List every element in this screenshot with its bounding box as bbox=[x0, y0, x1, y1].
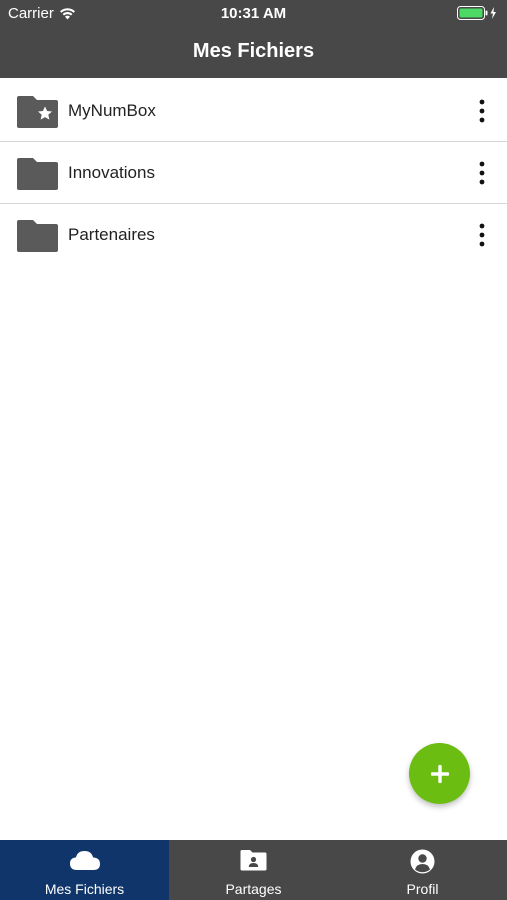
tab-mes-fichiers[interactable]: Mes Fichiers bbox=[0, 840, 169, 900]
plus-icon bbox=[430, 764, 449, 783]
starred-folder-icon bbox=[17, 96, 58, 128]
page-title: Mes Fichiers bbox=[192, 40, 315, 62]
top-bar: Carrier 10:31 AM Mes Fichiers bbox=[0, 0, 507, 78]
folder-name: MyNumBox bbox=[68, 101, 156, 120]
folder-name: Innovations bbox=[68, 163, 155, 182]
shared-folder-icon bbox=[240, 850, 267, 871]
tab-label: Partages bbox=[225, 881, 282, 897]
folder-icon bbox=[17, 220, 58, 252]
tab-profil[interactable]: Profil bbox=[338, 840, 507, 900]
folder-icon bbox=[17, 158, 58, 190]
folder-row-mynumbox[interactable]: MyNumBox bbox=[0, 80, 507, 142]
more-options-icon[interactable] bbox=[475, 161, 489, 185]
more-options-icon[interactable] bbox=[475, 99, 489, 123]
tab-label: Profil bbox=[406, 881, 439, 897]
user-circle-icon bbox=[410, 849, 435, 874]
folder-row-partenaires[interactable]: Partenaires bbox=[0, 204, 507, 266]
add-button[interactable] bbox=[409, 743, 470, 804]
battery-charging-icon bbox=[457, 6, 496, 20]
status-bar: Carrier 10:31 AM bbox=[0, 0, 507, 28]
battery-indicator bbox=[457, 6, 499, 20]
more-options-icon[interactable] bbox=[475, 223, 489, 247]
cloud-icon bbox=[69, 851, 100, 870]
folder-name: Partenaires bbox=[68, 225, 155, 244]
folder-row-innovations[interactable]: Innovations bbox=[0, 142, 507, 204]
folder-list: MyNumBox Innovations Partenaires bbox=[0, 80, 507, 266]
tab-label: Mes Fichiers bbox=[44, 881, 125, 897]
tab-partages[interactable]: Partages bbox=[169, 840, 338, 900]
clock: 10:31 AM bbox=[220, 5, 287, 22]
tab-bar: Mes Fichiers Partages Profil bbox=[0, 840, 507, 900]
